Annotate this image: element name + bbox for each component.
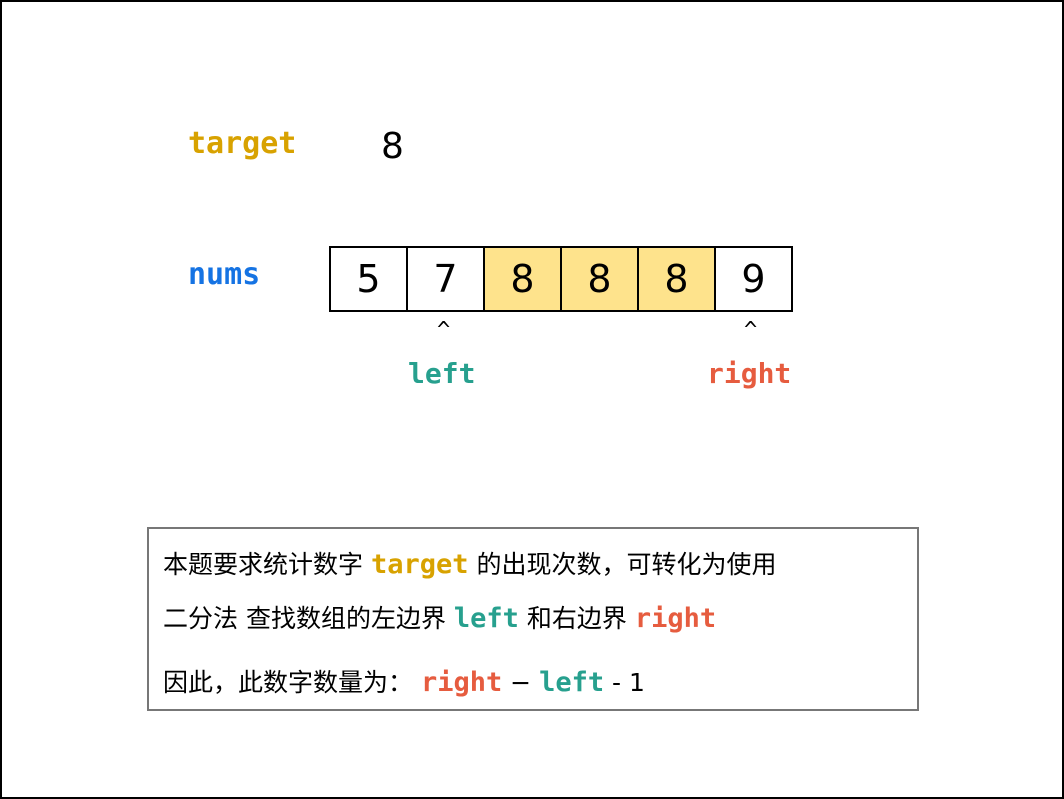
left-pointer-label: left — [408, 357, 476, 390]
target-value: 8 — [381, 126, 404, 167]
right-keyword: right — [634, 603, 717, 634]
text: 的出现次数，可转化为使用 — [468, 550, 777, 579]
explanation-box: 本题要求统计数字 target 的出现次数，可转化为使用 二分法 查找数组的左边… — [147, 527, 919, 711]
target-keyword: target — [370, 549, 469, 580]
array-cell: 7 — [408, 248, 485, 310]
text: 因此，此数字数量为： — [163, 668, 421, 697]
left-keyword: left — [539, 667, 605, 698]
text: 二分法 查找数组的左边界 — [163, 604, 454, 633]
array-cell-highlighted: 8 — [562, 248, 639, 310]
text: 和右边界 — [518, 604, 635, 633]
target-label: target — [188, 126, 297, 161]
text: − — [502, 668, 540, 697]
left-pointer-caret: ^ — [437, 318, 451, 343]
array-cell-highlighted: 8 — [485, 248, 562, 310]
right-keyword: right — [420, 667, 503, 698]
text: - 1 — [604, 668, 645, 697]
right-pointer-caret: ^ — [744, 318, 758, 343]
array-cell-highlighted: 8 — [639, 248, 716, 310]
explanation-line-3: 因此，此数字数量为： right − left - 1 — [163, 663, 645, 699]
nums-array: 5 7 8 8 8 9 — [329, 246, 793, 312]
text: 本题要求统计数字 — [163, 550, 371, 579]
array-cell: 9 — [716, 248, 793, 310]
array-cell: 5 — [331, 248, 408, 310]
explanation-line-2: 二分法 查找数组的左边界 left 和右边界 right — [163, 599, 716, 635]
explanation-line-1: 本题要求统计数字 target 的出现次数，可转化为使用 — [163, 545, 776, 581]
nums-label: nums — [188, 257, 261, 292]
right-pointer-label: right — [707, 357, 792, 390]
left-keyword: left — [453, 603, 519, 634]
